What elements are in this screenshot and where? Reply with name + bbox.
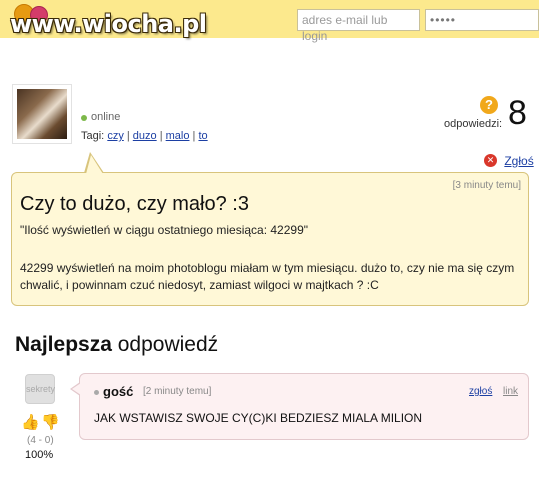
answer-author: gość <box>103 384 134 399</box>
best-answer-heading: Najlepsza odpowiedź <box>15 333 218 357</box>
best-heading-rest: odpowiedź <box>117 333 219 356</box>
report-question-link[interactable]: ✕ Zgłoś <box>484 153 534 168</box>
vote-count: (4 - 0) <box>27 435 54 446</box>
top-bar: www.wiocha.pl adres e-mail lub login •••… <box>0 0 539 43</box>
tag-link[interactable]: czy <box>107 130 124 142</box>
answer-avatar[interactable]: sekrety <box>25 374 55 404</box>
tag-link[interactable]: malo <box>166 130 190 142</box>
author-status-icon <box>94 390 99 395</box>
logo-wordmark: www.wiocha.pl <box>10 10 207 38</box>
answer-timestamp: [2 minuty temu] <box>143 386 212 397</box>
best-heading-bold: Najlepsza <box>15 333 112 356</box>
question-box: [3 minuty temu] Czy to dużo, czy mało? :… <box>11 172 529 306</box>
question-body: 42299 wyświetleń na moim photoblogu miał… <box>20 261 515 292</box>
user-avatar-frame[interactable] <box>12 84 72 144</box>
online-status-label: online <box>91 111 121 123</box>
login-email-field[interactable]: adres e-mail lub login <box>297 9 420 43</box>
tags-row: Tagi: czy | duzo | malo | to <box>81 130 208 142</box>
thumbs-down-icon[interactable]: 👎 <box>41 414 60 432</box>
avatar[interactable] <box>17 89 67 139</box>
question-icon: ? <box>480 96 498 114</box>
tags-label: Tagi: <box>81 130 105 142</box>
tag-link[interactable]: to <box>198 130 207 142</box>
tag-separator: | <box>159 130 163 142</box>
answer-bubble-pointer-fill <box>72 383 81 395</box>
question-bubble-pointer-fill <box>86 155 103 174</box>
answers-label: odpowiedzi: <box>444 118 503 130</box>
answer-permalink[interactable]: link <box>503 386 518 397</box>
tag-separator: | <box>126 130 130 142</box>
login-password-field[interactable]: ••••• <box>425 9 539 31</box>
best-answer-box: gość [2 minuty temu] zgłoś link JAK WSTA… <box>79 373 529 440</box>
answer-text: JAK WSTAWISZ SWOJE CY(C)KI BEDZIESZ MIAL… <box>94 411 423 425</box>
answer-report-link[interactable]: zgłoś <box>469 386 492 397</box>
tag-link[interactable]: duzo <box>133 130 157 142</box>
tag-separator: | <box>192 130 196 142</box>
thumbs-up-icon[interactable]: 👍 <box>21 414 40 432</box>
online-status-icon <box>81 115 87 121</box>
question-quote: "Ilość wyświetleń w ciągu ostatniego mie… <box>20 223 308 237</box>
close-circle-icon: ✕ <box>484 154 497 168</box>
vote-percent: 100% <box>25 449 54 461</box>
question-title: Czy to dużo, czy mało? :3 <box>20 193 249 215</box>
question-timestamp: [3 minuty temu] <box>452 180 521 191</box>
answers-count: 8 <box>508 94 527 132</box>
report-label[interactable]: Zgłoś <box>504 154 533 168</box>
